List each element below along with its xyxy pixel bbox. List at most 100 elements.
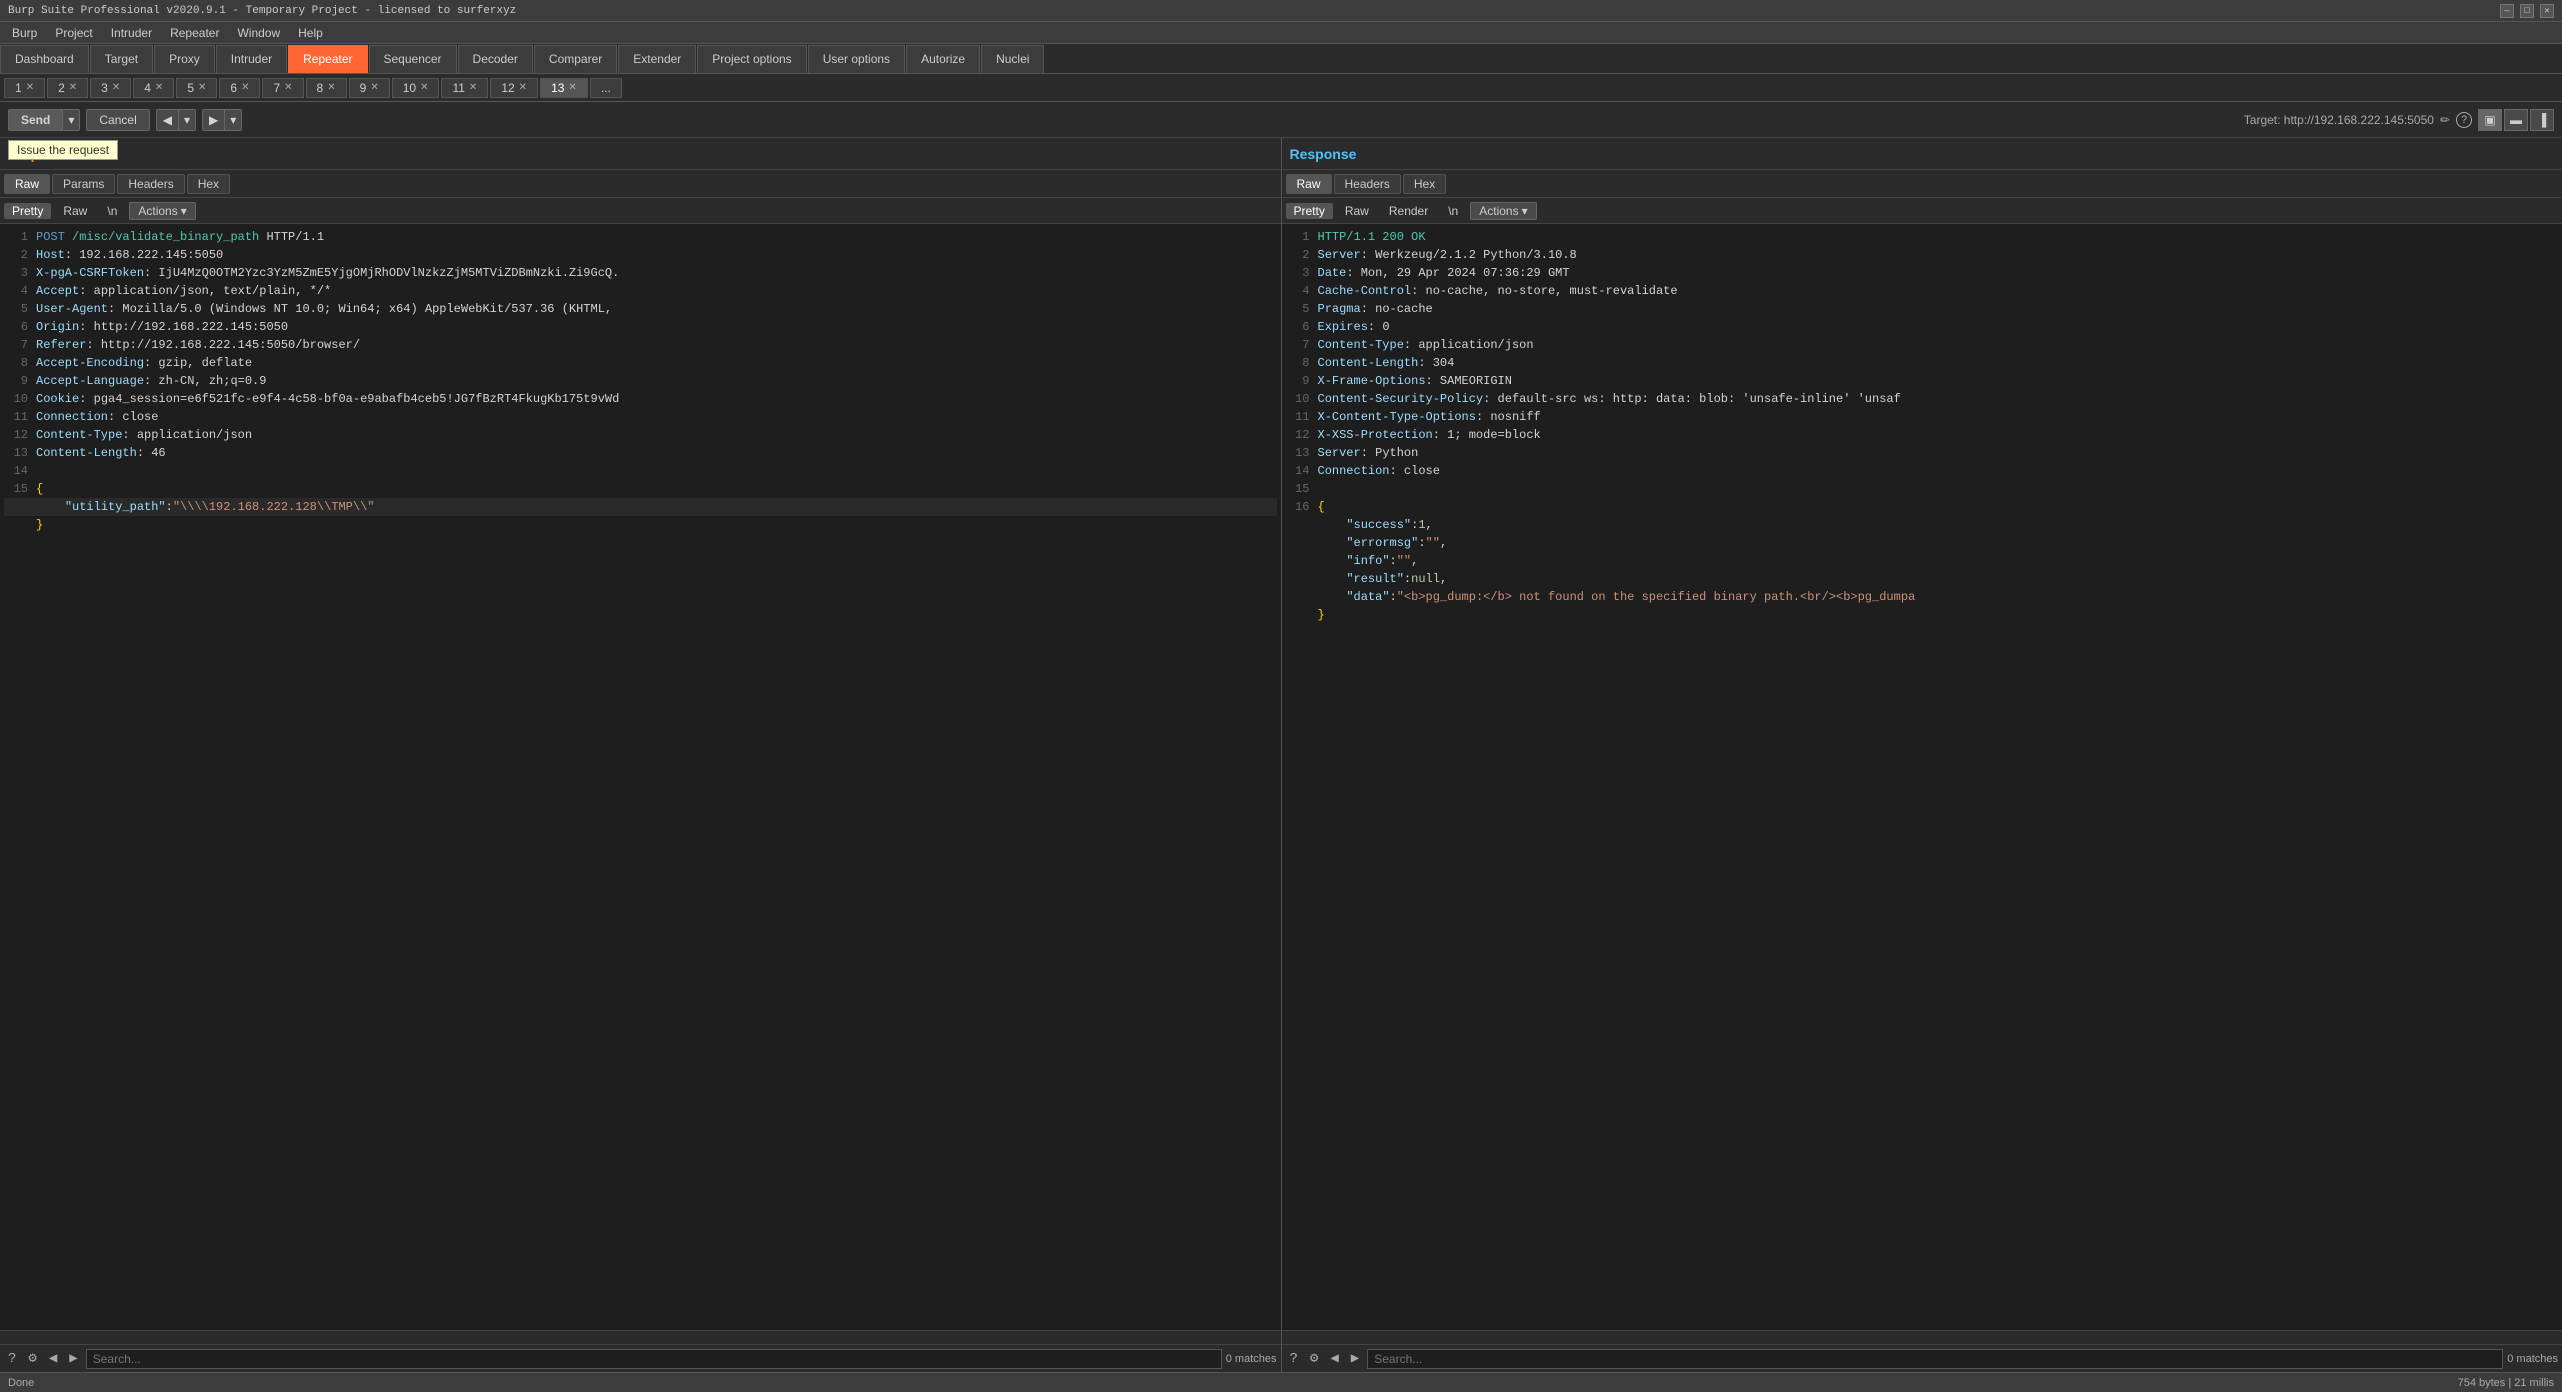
response-scrollbar-h[interactable] (1282, 1330, 2562, 1344)
nav-forward-button[interactable]: ▶ (202, 109, 224, 131)
help-icon[interactable]: ? (2456, 112, 2472, 128)
title-bar-controls: — □ ✕ (2500, 4, 2554, 18)
tab-dashboard[interactable]: Dashboard (0, 45, 89, 73)
rep-tab-2[interactable]: 2 ✕ (47, 78, 88, 98)
resp-line-1: 1 HTTP/1.1 200 OK (1286, 228, 2559, 246)
rep-tab-9[interactable]: 9 ✕ (349, 78, 390, 98)
response-nav-back-icon[interactable]: ◀ (1326, 1348, 1342, 1369)
rep-tab-1[interactable]: 1 ✕ (4, 78, 45, 98)
rep-tab-3[interactable]: 3 ✕ (90, 78, 131, 98)
resp-line-11: 11 X-Content-Type-Options: nosniff (1286, 408, 2559, 426)
request-tab-params[interactable]: Params (52, 174, 115, 194)
tab-intruder[interactable]: Intruder (216, 45, 287, 73)
request-search-input[interactable] (86, 1349, 1222, 1369)
resp-line-22: } (1286, 606, 2559, 624)
request-inner-raw[interactable]: Raw (55, 203, 95, 219)
maximize-button[interactable]: □ (2520, 4, 2534, 18)
request-inner-pretty[interactable]: Pretty (4, 203, 51, 219)
request-code-area[interactable]: 1 POST /misc/validate_binary_path HTTP/1… (0, 224, 1281, 1330)
req-line-7: 7 Referer: http://192.168.222.145:5050/b… (4, 336, 1277, 354)
edit-target-icon[interactable]: ✏ (2440, 113, 2450, 127)
menu-burp[interactable]: Burp (4, 25, 45, 41)
request-nav-back-icon[interactable]: ◀ (45, 1348, 61, 1369)
resp-line-13: 13 Server: Python (1286, 444, 2559, 462)
response-help-icon[interactable]: ? (1286, 1349, 1302, 1369)
request-tab-hex[interactable]: Hex (187, 174, 230, 194)
forward-button-group: ▶ ▾ (202, 109, 242, 131)
rep-tab-12[interactable]: 12 ✕ (490, 78, 538, 98)
menu-bar: Burp Project Intruder Repeater Window He… (0, 22, 2562, 44)
request-help-icon[interactable]: ? (4, 1349, 20, 1369)
response-inner-newline[interactable]: \n (1440, 203, 1466, 219)
response-inner-render[interactable]: Render (1381, 203, 1436, 219)
response-nav-forward-icon[interactable]: ▶ (1347, 1348, 1363, 1369)
response-bottom-bar: ? ⚙ ◀ ▶ 0 matches (1282, 1344, 2562, 1372)
response-panel-header: Response (1282, 138, 2562, 170)
rep-tab-5[interactable]: 5 ✕ (176, 78, 217, 98)
req-line-14: 14 (4, 462, 1277, 480)
minimize-button[interactable]: — (2500, 4, 2514, 18)
send-button[interactable]: Send (8, 109, 62, 131)
nav-forward-dropdown-button[interactable]: ▾ (224, 109, 242, 131)
response-tab-raw[interactable]: Raw (1286, 174, 1332, 194)
rep-tab-13[interactable]: 13 ✕ (540, 78, 588, 98)
view-full-left[interactable]: ▬ (2504, 109, 2528, 131)
tab-decoder[interactable]: Decoder (458, 45, 533, 73)
menu-repeater[interactable]: Repeater (162, 25, 227, 41)
request-inner-tabs: Pretty Raw \n Actions ▾ (0, 198, 1281, 224)
response-code-area[interactable]: 1 HTTP/1.1 200 OK 2 Server: Werkzeug/2.1… (1282, 224, 2562, 1330)
request-scrollbar-h[interactable] (0, 1330, 1281, 1344)
request-settings-icon[interactable]: ⚙ (24, 1348, 40, 1369)
menu-window[interactable]: Window (229, 25, 288, 41)
request-inner-newline[interactable]: \n (99, 203, 125, 219)
tab-user-options[interactable]: User options (808, 45, 905, 73)
response-settings-icon[interactable]: ⚙ (1306, 1348, 1322, 1369)
request-sub-tabs: Raw Params Headers Hex (0, 170, 1281, 198)
view-full-right[interactable]: ▐ (2530, 109, 2554, 131)
rep-tab-7[interactable]: 7 ✕ (262, 78, 303, 98)
request-actions-button[interactable]: Actions ▾ (129, 202, 195, 220)
close-button[interactable]: ✕ (2540, 4, 2554, 18)
nav-back-button[interactable]: ◀ (156, 109, 178, 131)
response-inner-pretty[interactable]: Pretty (1286, 203, 1333, 219)
request-tab-headers[interactable]: Headers (117, 174, 184, 194)
rep-tab-more[interactable]: ... (590, 78, 622, 98)
tab-sequencer[interactable]: Sequencer (369, 45, 457, 73)
menu-project[interactable]: Project (47, 25, 100, 41)
response-actions-chevron-icon: ▾ (1522, 204, 1528, 218)
rep-tab-10[interactable]: 10 ✕ (392, 78, 440, 98)
response-actions-button[interactable]: Actions ▾ (1470, 202, 1536, 220)
nav-back-dropdown-button[interactable]: ▾ (178, 109, 196, 131)
back-button-group: ◀ ▾ (156, 109, 196, 131)
request-panel: Request Raw Params Headers Hex Pretty Ra… (0, 138, 1282, 1372)
rep-tab-6[interactable]: 6 ✕ (219, 78, 260, 98)
request-tab-raw[interactable]: Raw (4, 174, 50, 194)
response-inner-raw[interactable]: Raw (1337, 203, 1377, 219)
response-tab-headers[interactable]: Headers (1334, 174, 1401, 194)
tab-project-options[interactable]: Project options (697, 45, 806, 73)
tab-autorize[interactable]: Autorize (906, 45, 980, 73)
tab-comparer[interactable]: Comparer (534, 45, 617, 73)
response-tab-hex[interactable]: Hex (1403, 174, 1446, 194)
request-panel-header: Request (0, 138, 1281, 170)
tab-proxy[interactable]: Proxy (154, 45, 215, 73)
response-search-input[interactable] (1367, 1349, 2503, 1369)
menu-intruder[interactable]: Intruder (103, 25, 160, 41)
resp-line-7: 7 Content-Type: application/json (1286, 336, 2559, 354)
send-dropdown-button[interactable]: ▾ (62, 109, 80, 131)
tab-repeater[interactable]: Repeater (288, 45, 367, 73)
tab-nuclei[interactable]: Nuclei (981, 45, 1044, 73)
rep-tab-4[interactable]: 4 ✕ (133, 78, 174, 98)
request-nav-forward-icon[interactable]: ▶ (65, 1348, 81, 1369)
tab-target[interactable]: Target (90, 45, 153, 73)
repeater-tabs: 1 ✕ 2 ✕ 3 ✕ 4 ✕ 5 ✕ 6 ✕ 7 ✕ 8 ✕ 9 ✕ 10 ✕… (0, 74, 2562, 102)
cancel-button[interactable]: Cancel (86, 109, 149, 131)
rep-tab-8[interactable]: 8 ✕ (306, 78, 347, 98)
menu-help[interactable]: Help (290, 25, 331, 41)
resp-line-3: 3 Date: Mon, 29 Apr 2024 07:36:29 GMT (1286, 264, 2559, 282)
req-line-12: 12 Content-Type: application/json (4, 426, 1277, 444)
tab-extender[interactable]: Extender (618, 45, 696, 73)
req-line-2: 2 Host: 192.168.222.145:5050 (4, 246, 1277, 264)
rep-tab-11[interactable]: 11 ✕ (441, 78, 488, 98)
view-split-horizontal[interactable]: ▣ (2478, 109, 2502, 131)
